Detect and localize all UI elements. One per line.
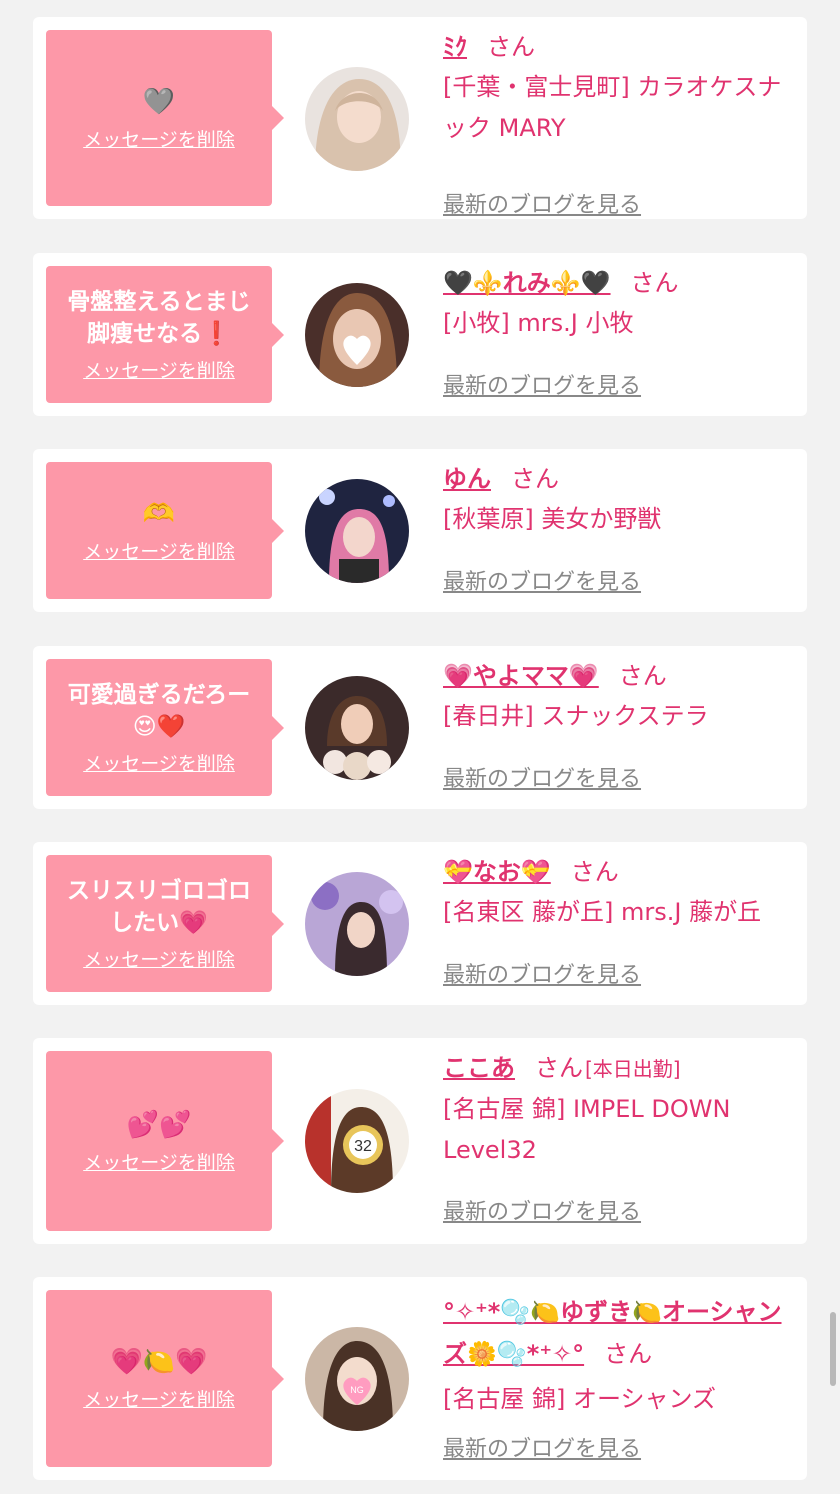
message-card: 💗🍋💗 メッセージを削除 NG °✧⁺*🫧🍋ゆずき🍋オーシャンズ🌼🫧*⁺✧° さん… — [33, 1277, 807, 1480]
message-bubble: スリスリゴロゴロしたい💗 メッセージを削除 — [46, 855, 284, 992]
latest-blog-link[interactable]: 最新のブログを見る — [443, 368, 641, 400]
latest-blog-link[interactable]: 最新のブログを見る — [443, 957, 641, 989]
avatar-photo — [305, 676, 409, 780]
message-text: 🫶 — [142, 499, 176, 529]
shop-name: [名東区 藤が丘] mrs.J 藤が丘 — [443, 898, 762, 926]
profile-name-link[interactable]: 🖤⚜️れみ⚜️🖤 — [443, 269, 611, 297]
message-text: 💗🍋💗 — [110, 1347, 208, 1377]
avatar-photo — [305, 479, 409, 583]
shop-name: [千葉・富士見町] カラオケスナック MARY — [443, 73, 782, 142]
message-text: 可愛過ぎるだろー😍❤️ — [67, 682, 251, 740]
avatar[interactable] — [305, 676, 409, 780]
delete-message-link[interactable]: メッセージを削除 — [83, 356, 235, 383]
delete-message-link[interactable]: メッセージを削除 — [83, 1385, 235, 1412]
latest-blog-link[interactable]: 最新のブログを見る — [443, 761, 641, 793]
latest-blog-link[interactable]: 最新のブログを見る — [443, 564, 641, 596]
name-line: 💝なお💝 さん — [443, 856, 795, 888]
avatar[interactable]: NG — [305, 1327, 409, 1431]
avatar-photo — [305, 283, 409, 387]
name-line: ゆん さん — [443, 463, 795, 495]
latest-blog-link[interactable]: 最新のブログを見る — [443, 187, 641, 219]
honorific: さん — [630, 269, 679, 297]
profile-name-link[interactable]: 💗やよママ💗 — [443, 662, 599, 690]
profile-info: 🖤⚜️れみ⚜️🖤 さん [小牧] mrs.J 小牧 最新のブログを見る — [443, 267, 795, 404]
shop-name: [名古屋 錦] オーシャンズ — [443, 1385, 717, 1413]
honorific: さん — [487, 33, 535, 61]
profile-info: 💝なお💝 さん [名東区 藤が丘] mrs.J 藤が丘 最新のブログを見る — [443, 856, 795, 993]
message-bubble: 骨盤整えるとまじ脚痩せなる❗️ メッセージを削除 — [46, 266, 284, 403]
shop-name: [小牧] mrs.J 小牧 — [443, 309, 634, 337]
message-card: 可愛過ぎるだろー😍❤️ メッセージを削除 💗やよママ💗 さん [春日井] スナック… — [33, 646, 807, 809]
message-bubble: 可愛過ぎるだろー😍❤️ メッセージを削除 — [46, 659, 284, 796]
honorific: さん — [511, 465, 559, 493]
name-line: 🖤⚜️れみ⚜️🖤 さん — [443, 267, 795, 299]
delete-message-link[interactable]: メッセージを削除 — [83, 1148, 235, 1175]
name-line: ﾐｸ さん — [443, 31, 795, 63]
message-card: 骨盤整えるとまじ脚痩せなる❗️ メッセージを削除 🖤⚜️れみ⚜️🖤 さん [小牧]… — [33, 253, 807, 416]
profile-name-link[interactable]: ゆん — [443, 465, 491, 493]
profile-info: 💗やよママ💗 さん [春日井] スナックステラ 最新のブログを見る — [443, 660, 795, 797]
latest-blog-link[interactable]: 最新のブログを見る — [443, 1431, 641, 1463]
avatar-photo: 32 — [305, 1089, 409, 1193]
delete-message-link[interactable]: メッセージを削除 — [83, 749, 235, 776]
message-text: スリスリゴロゴロしたい💗 — [67, 878, 251, 936]
name-line: °✧⁺*🫧🍋ゆずき🍋オーシャンズ🌼🫧*⁺✧° さん — [443, 1291, 795, 1375]
name-line: ここあ さん [本日出勤] — [443, 1052, 795, 1085]
delete-message-link[interactable]: メッセージを削除 — [83, 537, 235, 564]
avatar[interactable] — [305, 283, 409, 387]
latest-blog-link[interactable]: 最新のブログを見る — [443, 1194, 641, 1226]
avatar-photo: NG — [305, 1327, 409, 1431]
message-card: スリスリゴロゴロしたい💗 メッセージを削除 💝なお💝 さん [名東区 藤が丘] m… — [33, 842, 807, 1005]
message-text: 🩶 — [142, 86, 176, 117]
avatar-photo — [305, 67, 409, 171]
message-bubble: 💗🍋💗 メッセージを削除 — [46, 1290, 284, 1467]
profile-info: ﾐｸ さん [千葉・富士見町] カラオケスナック MARY 最新のブログを見る — [443, 31, 795, 218]
message-bubble: 🫶 メッセージを削除 — [46, 462, 284, 599]
scrollbar-thumb[interactable] — [830, 1312, 836, 1386]
avatar[interactable] — [305, 872, 409, 976]
honorific: さん — [570, 858, 619, 886]
profile-name-link[interactable]: ﾐｸ — [443, 33, 467, 61]
message-text: 💕💕 — [126, 1109, 192, 1140]
honorific: さん — [604, 1340, 653, 1368]
profile-info: ここあ さん [本日出勤] [名古屋 錦] IMPEL DOWN Level32 最… — [443, 1052, 795, 1232]
svg-text:32: 32 — [354, 1138, 372, 1155]
honorific: さん — [535, 1054, 583, 1082]
delete-message-link[interactable]: メッセージを削除 — [83, 945, 235, 972]
honorific: さん — [618, 662, 667, 690]
profile-name-link[interactable]: ここあ — [443, 1054, 515, 1082]
message-bubble: 🩶 メッセージを削除 — [46, 30, 284, 206]
work-status-label: [本日出勤] — [585, 1057, 681, 1081]
name-line: 💗やよママ💗 さん — [443, 660, 795, 692]
delete-message-link[interactable]: メッセージを削除 — [83, 125, 235, 152]
message-card: 🩶 メッセージを削除 ﾐｸ さん [千葉・富士見町] カラオケスナック MARY … — [33, 17, 807, 219]
message-bubble: 💕💕 メッセージを削除 — [46, 1051, 284, 1231]
avatar[interactable] — [305, 479, 409, 583]
avatar[interactable]: 32 — [305, 1089, 409, 1193]
shop-name: [春日井] スナックステラ — [443, 702, 709, 730]
avatar-photo — [305, 872, 409, 976]
profile-info: ゆん さん [秋葉原] 美女か野獣 最新のブログを見る — [443, 463, 795, 600]
avatar[interactable] — [305, 67, 409, 171]
message-card: 🫶 メッセージを削除 ゆん さん [秋葉原] 美女か野獣 最新のブログを見る — [33, 449, 807, 612]
profile-name-link[interactable]: 💝なお💝 — [443, 858, 551, 886]
svg-text:NG: NG — [350, 1385, 364, 1395]
shop-name: [名古屋 錦] IMPEL DOWN Level32 — [443, 1095, 731, 1164]
profile-info: °✧⁺*🫧🍋ゆずき🍋オーシャンズ🌼🫧*⁺✧° さん [名古屋 錦] オーシャンズ … — [443, 1291, 795, 1468]
shop-name: [秋葉原] 美女か野獣 — [443, 505, 662, 533]
message-card: 💕💕 メッセージを削除 32 ここあ さん [本日出勤] [名古屋 錦] IMPEL… — [33, 1038, 807, 1244]
message-text: 骨盤整えるとまじ脚痩せなる❗️ — [67, 289, 251, 347]
